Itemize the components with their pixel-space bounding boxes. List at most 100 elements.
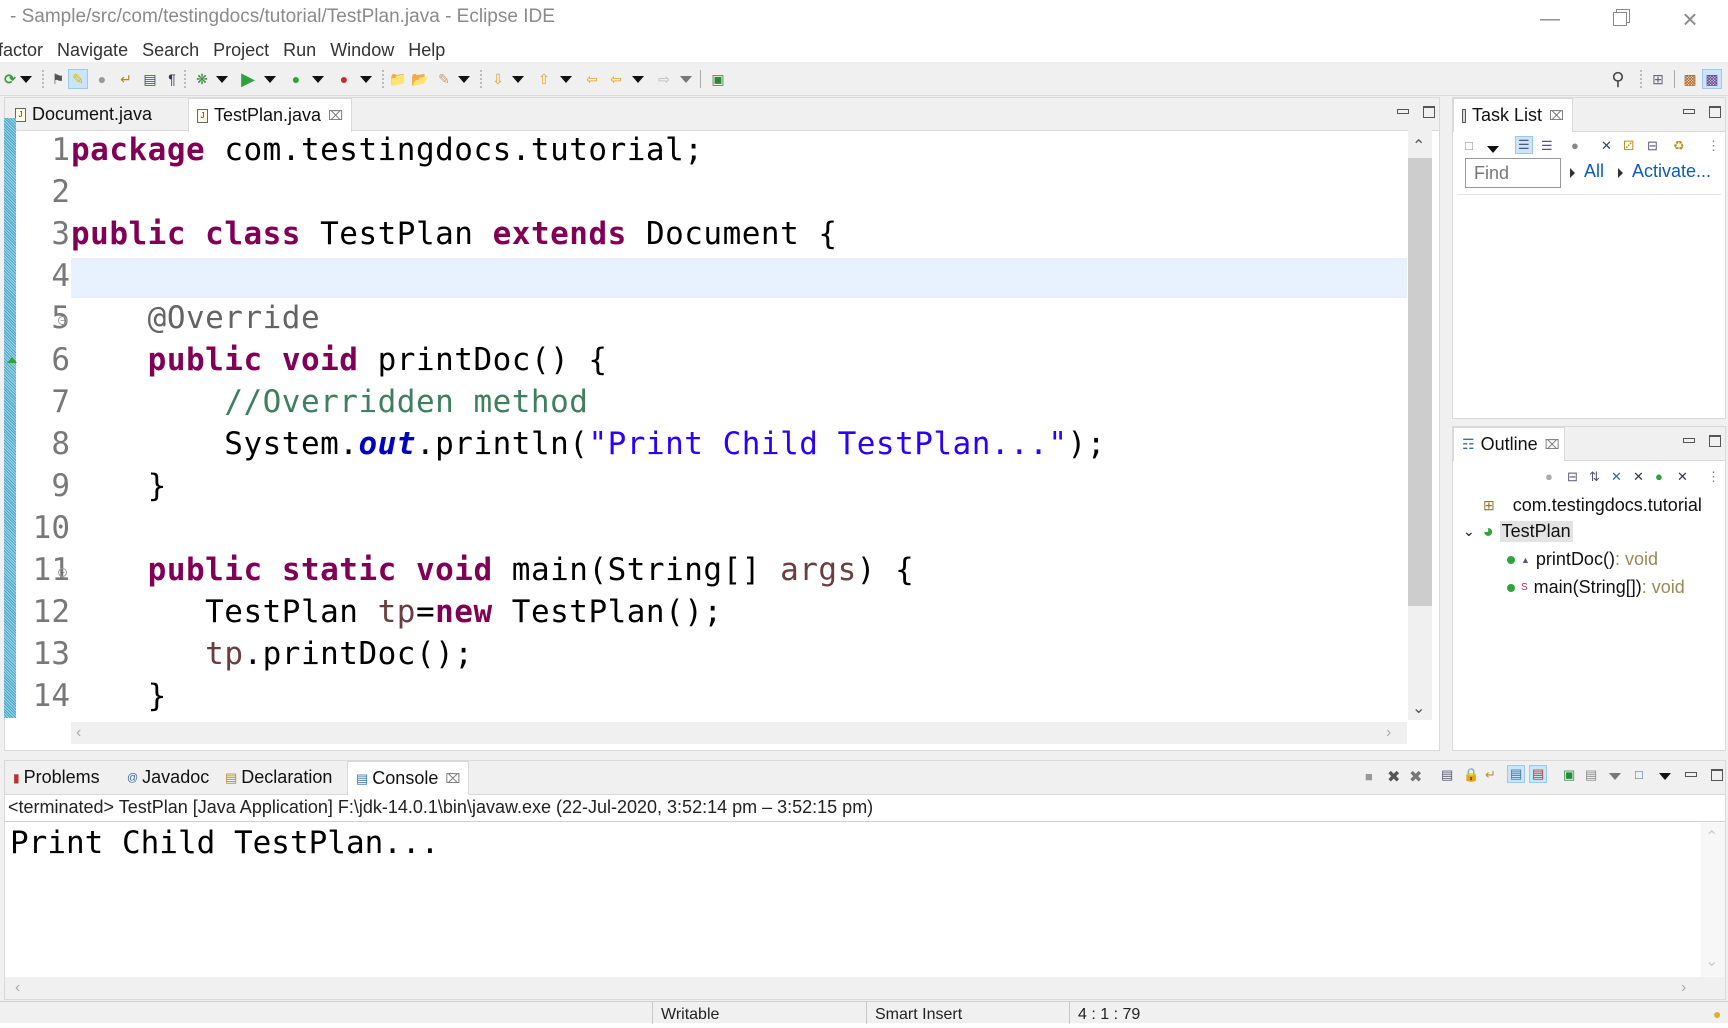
minimize-button[interactable]: — xyxy=(1520,4,1580,34)
close-tab-icon[interactable]: ⌧ xyxy=(328,108,343,124)
menu-run[interactable]: Run xyxy=(283,40,316,61)
maximize-pane-icon[interactable] xyxy=(1709,435,1721,447)
prev-edit-dropdown[interactable] xyxy=(560,76,572,83)
scroll-up-icon[interactable]: ⌃ xyxy=(1705,827,1718,847)
close-tab-icon[interactable]: ⌧ xyxy=(1545,437,1560,453)
menu-refactor[interactable]: factor xyxy=(0,40,43,61)
forward-dropdown[interactable] xyxy=(680,76,692,83)
menu-help[interactable]: Help xyxy=(408,40,445,61)
tab-console[interactable]: ▤ Console ⌧ xyxy=(347,761,470,795)
show-whitespace-icon[interactable]: ▤ xyxy=(140,69,160,89)
remove-all-terminated-icon[interactable]: ✖ xyxy=(1409,767,1422,787)
java-ee-perspective-icon[interactable]: ▩ xyxy=(1680,69,1700,89)
code-line[interactable]: System.out.println("Print Child TestPlan… xyxy=(71,426,1106,462)
back-icon[interactable]: ⇦ xyxy=(606,69,626,89)
search-tool-icon[interactable]: ✎ xyxy=(434,69,454,89)
tab-problems[interactable]: ▮ Problems xyxy=(5,761,108,794)
code-line[interactable]: } xyxy=(71,678,167,714)
scroll-lock-icon[interactable]: 🔒 xyxy=(1463,767,1479,783)
open-console-dropdown[interactable] xyxy=(1659,773,1671,780)
new-java-project-icon[interactable]: 📁 xyxy=(388,69,408,89)
show-ui-legend-icon[interactable]: ⚂ xyxy=(1623,138,1634,154)
toggle-mark-occurrences-icon[interactable]: ✎ xyxy=(68,69,88,89)
console-horizontal-scrollbar[interactable] xyxy=(5,977,1725,999)
terminate-icon[interactable]: ■ xyxy=(1365,769,1373,784)
outline-member-main[interactable]: S main(String[]) : void xyxy=(1507,577,1685,598)
close-tab-icon[interactable]: ⌧ xyxy=(445,771,460,787)
external-tools-dropdown[interactable] xyxy=(360,76,372,83)
tab-document-java[interactable]: J Document.java xyxy=(7,98,160,131)
search-dropdown[interactable] xyxy=(458,76,470,83)
outline-class[interactable]: ⌄ ◕ TestPlan xyxy=(1463,521,1573,542)
external-tools-icon[interactable]: ● xyxy=(334,69,354,89)
prev-edit-icon[interactable]: ⇧ xyxy=(534,69,554,89)
menu-project[interactable]: Project xyxy=(213,40,269,61)
pilcrow-icon[interactable]: ¶ xyxy=(162,69,182,89)
code-line[interactable]: @Override xyxy=(71,300,320,336)
run-icon[interactable]: ▶ xyxy=(238,69,258,89)
tab-javadoc[interactable]: @ Javadoc xyxy=(119,761,217,794)
task-find-input[interactable]: Find xyxy=(1465,158,1561,188)
menu-window[interactable]: Window xyxy=(330,40,394,61)
view-menu-icon[interactable]: ⋮ xyxy=(1707,138,1720,154)
new-task-icon[interactable]: □ xyxy=(1465,138,1473,153)
next-edit-dropdown[interactable] xyxy=(512,76,524,83)
maximize-pane-icon[interactable] xyxy=(1423,106,1435,118)
scroll-up-icon[interactable]: ⌃ xyxy=(1412,136,1425,156)
display-selected-console-icon[interactable]: ▤ xyxy=(1585,767,1597,783)
back-dropdown[interactable] xyxy=(632,76,644,83)
scroll-left-icon[interactable]: ‹ xyxy=(15,979,20,997)
code-line[interactable]: tp.printDoc(); xyxy=(71,636,473,672)
maximize-pane-icon[interactable] xyxy=(1711,769,1723,781)
search-icon[interactable]: ⚲ xyxy=(1608,69,1628,89)
hide-local-types-icon[interactable]: ✕ xyxy=(1677,469,1688,485)
maximize-pane-icon[interactable] xyxy=(1709,106,1721,118)
all-link[interactable]: All xyxy=(1584,161,1604,182)
outline-package[interactable]: ⊞ com.testingdocs.tutorial xyxy=(1483,495,1702,516)
coverage-dropdown[interactable] xyxy=(312,76,324,83)
word-wrap-icon[interactable]: ↵ xyxy=(1485,767,1496,783)
pin-editor-icon[interactable]: ▣ xyxy=(708,69,728,89)
fold-collapse-icon[interactable]: − xyxy=(58,316,67,325)
focus-icon[interactable]: ● xyxy=(1571,138,1579,153)
forward-icon[interactable]: ⇨ xyxy=(654,69,674,89)
run-dropdown[interactable] xyxy=(264,76,276,83)
code-line[interactable]: } xyxy=(71,468,167,504)
tip-icon[interactable]: ● xyxy=(1713,1006,1721,1022)
scroll-left-icon[interactable]: ‹ xyxy=(76,724,81,742)
debug-icon[interactable]: ❋ xyxy=(192,69,212,89)
new-task-dropdown[interactable] xyxy=(1487,146,1499,153)
menu-navigate[interactable]: Navigate xyxy=(57,40,128,61)
open-folder-icon[interactable]: 📂 xyxy=(410,69,430,89)
open-type-icon[interactable]: ⚑ xyxy=(48,69,68,89)
hide-completed-icon[interactable]: ✕ xyxy=(1601,138,1612,154)
fold-collapse-icon[interactable]: − xyxy=(58,568,67,577)
scroll-down-icon[interactable]: ⌄ xyxy=(1412,698,1425,718)
minimize-pane-icon[interactable] xyxy=(1685,772,1697,777)
minimize-pane-icon[interactable] xyxy=(1683,109,1695,114)
tab-declaration[interactable]: ▤ Declaration xyxy=(217,761,340,794)
scroll-down-icon[interactable]: ⌄ xyxy=(1705,951,1718,971)
sort-icon[interactable]: ⇅ xyxy=(1589,469,1600,485)
new-dropdown[interactable] xyxy=(20,76,32,83)
next-annotation-icon[interactable]: ↵ xyxy=(116,69,136,89)
code-line[interactable]: //Overridden method xyxy=(71,384,588,420)
last-edit-location-icon[interactable]: ⇦ xyxy=(582,69,602,89)
synchronize-icon[interactable]: ♻ xyxy=(1673,138,1685,154)
coverage-icon[interactable]: ● xyxy=(286,69,306,89)
display-console-dropdown[interactable] xyxy=(1609,773,1621,780)
tab-outline[interactable]: ☶ Outline ⌧ xyxy=(1453,427,1565,461)
java-perspective-icon[interactable]: ▩ xyxy=(1702,69,1722,89)
collapse-all-icon[interactable]: ⊟ xyxy=(1567,469,1578,485)
hide-non-public-icon[interactable]: ● xyxy=(1655,469,1663,484)
code-line[interactable]: public static void main(String[] args) { xyxy=(71,552,914,588)
next-edit-icon[interactable]: ⇩ xyxy=(488,69,508,89)
categorized-icon[interactable]: ☰ xyxy=(1515,136,1533,154)
code-line[interactable]: package com.testingdocs.tutorial; xyxy=(71,132,703,168)
tab-testplan-java[interactable]: J TestPlan.java ⌧ xyxy=(188,98,353,132)
console-output[interactable]: Print Child TestPlan... xyxy=(10,825,439,861)
show-console-on-stdout-icon[interactable]: ▤ xyxy=(1507,765,1526,783)
editor-horizontal-scrollbar[interactable] xyxy=(71,722,1407,744)
minimize-pane-icon[interactable] xyxy=(1397,109,1409,114)
code-line[interactable]: public void printDoc() { xyxy=(71,342,608,378)
